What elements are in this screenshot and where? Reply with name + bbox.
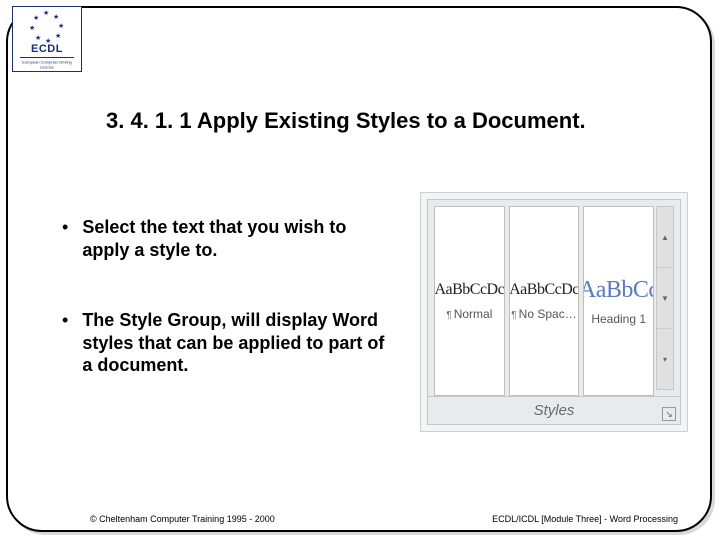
gallery-scroll[interactable]: ▲ ▼ ▾	[656, 206, 674, 390]
logo-subtitle: European Computer Driving Licence	[20, 61, 74, 70]
styles-group-footer: Styles ↘	[428, 396, 680, 424]
styles-gallery-inner: AaBbCcDc ¶Normal AaBbCcDc ¶No Spac… AaBb…	[427, 199, 681, 425]
pilcrow-icon: ¶	[446, 310, 451, 321]
pilcrow-icon: ¶	[511, 310, 516, 321]
styles-group-label: Styles	[534, 402, 575, 419]
ecdl-logo: ★ ★ ★ ★ ★ ★ ★ ★ ECDL European Computer D…	[12, 6, 82, 72]
eu-stars-icon: ★ ★ ★ ★ ★ ★ ★ ★	[29, 11, 65, 45]
style-name: ¶No Spac…	[511, 307, 576, 321]
dialog-launcher-icon[interactable]: ↘	[662, 407, 676, 421]
gallery-expand-icon[interactable]: ▾	[657, 329, 673, 389]
styles-row: AaBbCcDc ¶Normal AaBbCcDc ¶No Spac… AaBb…	[428, 200, 680, 396]
style-sample: AaBbCcDc	[509, 281, 579, 299]
bullet-text: The Style Group, will display Word style…	[82, 309, 392, 377]
slide-title: 3. 4. 1. 1 Apply Existing Styles to a Do…	[106, 108, 586, 134]
styles-gallery: AaBbCcDc ¶Normal AaBbCcDc ¶No Spac… AaBb…	[420, 192, 688, 432]
style-name: ¶Normal	[446, 307, 492, 321]
style-sample: AaBbCcDc	[434, 281, 504, 299]
slide: ★ ★ ★ ★ ★ ★ ★ ★ ECDL European Computer D…	[0, 0, 720, 540]
style-tile-no-spacing[interactable]: AaBbCcDc ¶No Spac…	[509, 206, 580, 396]
bullet-text: Select the text that you wish to apply a…	[82, 216, 392, 261]
logo-divider	[20, 57, 74, 58]
scroll-down-icon[interactable]: ▼	[657, 268, 673, 329]
style-name: Heading 1	[591, 312, 646, 326]
list-item: • Select the text that you wish to apply…	[62, 216, 392, 261]
style-tile-heading1[interactable]: AaBbCc Heading 1	[583, 206, 654, 396]
bullet-dot-icon: •	[62, 309, 68, 331]
list-item: • The Style Group, will display Word sty…	[62, 309, 392, 377]
bullet-list: • Select the text that you wish to apply…	[62, 216, 392, 425]
style-sample: AaBbCc	[583, 277, 654, 304]
scroll-up-icon[interactable]: ▲	[657, 207, 673, 268]
footer-module: ECDL/ICDL [Module Three] - Word Processi…	[492, 514, 678, 524]
footer-copyright: © Cheltenham Computer Training 1995 - 20…	[90, 514, 275, 524]
bullet-dot-icon: •	[62, 216, 68, 238]
style-tile-normal[interactable]: AaBbCcDc ¶Normal	[434, 206, 505, 396]
